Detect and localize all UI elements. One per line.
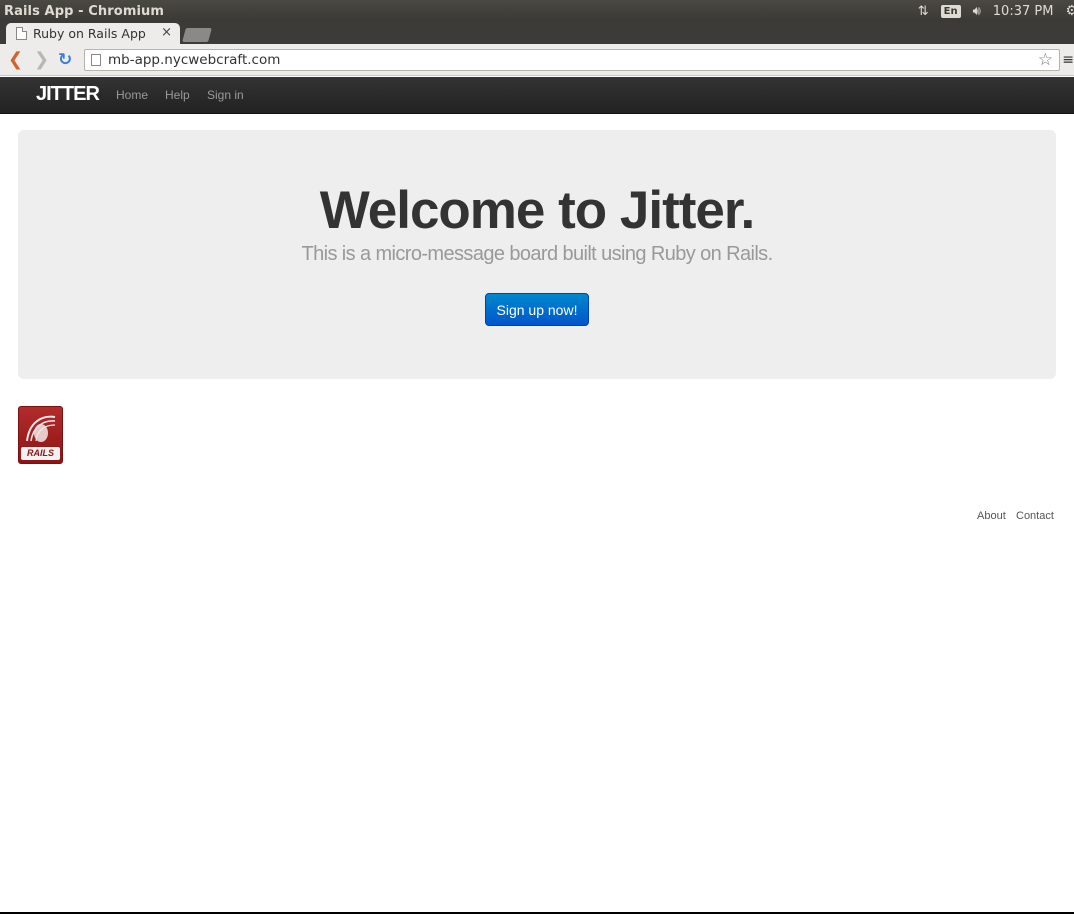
reload-icon[interactable]: ↻ xyxy=(58,50,72,70)
nav-link-help[interactable]: Help xyxy=(165,88,190,102)
tab-strip: Ruby on Rails App × xyxy=(0,22,1074,44)
hero-title: Welcome to Jitter. xyxy=(319,181,756,240)
back-arrow-icon[interactable]: ❮ xyxy=(8,50,23,70)
nav-link-sign-in[interactable]: Sign in xyxy=(207,88,244,102)
page-icon xyxy=(91,54,101,66)
rails-swirl-icon xyxy=(26,415,56,442)
keyboard-layout-indicator[interactable]: En xyxy=(940,4,961,18)
new-tab-button[interactable] xyxy=(182,28,212,42)
close-icon[interactable]: × xyxy=(161,25,172,40)
network-icon[interactable]: ⇅ xyxy=(918,4,929,19)
bookmark-star-icon[interactable]: ☆ xyxy=(1038,50,1053,70)
menu-icon[interactable]: ≡ xyxy=(1062,52,1074,68)
gear-icon[interactable]: ⚙ xyxy=(1065,3,1074,19)
page-icon xyxy=(16,27,27,40)
browser-toolbar: ❮ ❯ ↻ mb-app.nycwebcraft.com ☆ ≡ xyxy=(0,44,1074,76)
hero-unit: Welcome to Jitter. This is a micro-messa… xyxy=(18,130,1056,379)
forward-arrow-icon[interactable]: ❯ xyxy=(34,50,49,70)
rails-logo-text: RAILS xyxy=(21,447,60,460)
address-bar[interactable]: mb-app.nycwebcraft.com ☆ xyxy=(84,49,1060,71)
footer-link-about[interactable]: About xyxy=(977,510,1006,522)
hero-subtitle: This is a micro-message board built usin… xyxy=(301,243,773,265)
window-title: Rails App - Chromium xyxy=(4,3,165,19)
brand-logo[interactable]: JITTER xyxy=(36,83,100,106)
clock[interactable]: 10:37 PM xyxy=(993,4,1054,19)
site-navbar: JITTER Home Help Sign in xyxy=(0,77,1074,114)
url-text[interactable]: mb-app.nycwebcraft.com xyxy=(108,52,280,68)
system-tray: ⇅ En 🔊︎ 10:37 PM ⚙ xyxy=(918,0,1074,22)
rails-logo[interactable]: RAILS xyxy=(18,406,63,464)
tab-title: Ruby on Rails App xyxy=(33,26,146,41)
footer-link-contact[interactable]: Contact xyxy=(1016,510,1054,522)
nav-link-home[interactable]: Home xyxy=(116,88,148,102)
volume-icon[interactable]: 🔊︎ xyxy=(973,4,981,19)
os-top-panel: Rails App - Chromium ⇅ En 🔊︎ 10:37 PM ⚙ xyxy=(0,0,1074,22)
sign-up-button[interactable]: Sign up now! xyxy=(485,293,589,326)
browser-tab[interactable]: Ruby on Rails App × xyxy=(6,23,180,44)
